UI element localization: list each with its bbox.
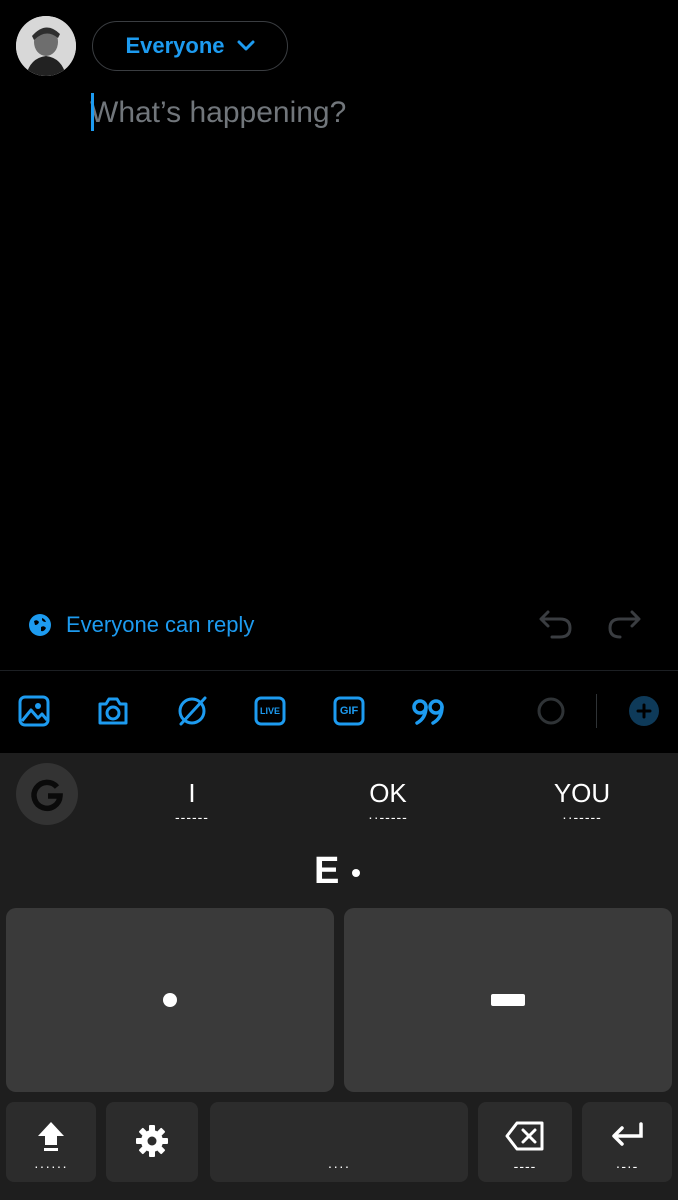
sparkle-icon	[178, 696, 207, 726]
dash-key[interactable]	[344, 908, 672, 1092]
image-icon	[18, 695, 50, 727]
avatar[interactable]	[16, 16, 76, 76]
globe-icon	[29, 614, 51, 636]
gif-button[interactable]: GIF	[331, 693, 367, 729]
live-button[interactable]: LIVE	[252, 693, 288, 729]
google-button[interactable]	[16, 763, 78, 825]
shift-arrow-icon	[38, 1122, 64, 1151]
live-label: LIVE	[259, 706, 280, 716]
quote-icon	[412, 699, 444, 725]
add-thread-button[interactable]	[626, 693, 662, 729]
dash-icon	[491, 994, 525, 1006]
undo-icon	[539, 610, 572, 639]
suggestion-word[interactable]: OK	[333, 778, 443, 809]
enter-code: ·-·-	[615, 1158, 639, 1174]
compose-toolbar: LIVE GIF	[0, 671, 678, 753]
camera-button[interactable]	[95, 693, 131, 729]
suggestion-code: ··-----	[368, 809, 408, 825]
compose-text-input[interactable]	[90, 90, 650, 136]
sparkle-button[interactable]	[174, 693, 210, 729]
enter-key[interactable]: ·-·-	[582, 1102, 672, 1182]
current-morse-dot	[352, 869, 360, 877]
suggestion-word[interactable]: YOU	[527, 778, 637, 809]
google-g-icon	[31, 779, 63, 812]
shift-code: ······	[34, 1158, 68, 1174]
reply-setting-button[interactable]: Everyone can reply	[28, 608, 254, 642]
toolbar-separator	[596, 694, 597, 728]
gear-icon	[136, 1125, 168, 1157]
undo-button[interactable]	[534, 602, 578, 646]
image-button[interactable]	[16, 693, 52, 729]
backspace-icon	[505, 1121, 544, 1151]
settings-key[interactable]	[106, 1102, 198, 1182]
quote-button[interactable]	[410, 693, 446, 729]
suggestion-word[interactable]: I	[137, 778, 247, 809]
progress-circle-icon	[537, 697, 565, 725]
shift-key[interactable]: ······	[6, 1102, 96, 1182]
space-key[interactable]: ····	[210, 1102, 468, 1182]
reply-setting-label: Everyone can reply	[66, 612, 255, 637]
gif-label: GIF	[339, 705, 359, 717]
backspace-code: ----	[513, 1158, 537, 1174]
dot-key[interactable]	[6, 908, 334, 1092]
camera-icon	[98, 697, 128, 725]
suggestion-code: ------	[175, 809, 209, 825]
space-code: ····	[327, 1158, 351, 1174]
redo-icon	[608, 610, 641, 639]
add-icon	[629, 696, 659, 726]
character-progress	[533, 693, 569, 729]
decoded-letter: E	[314, 850, 340, 892]
dot-icon	[163, 993, 177, 1007]
redo-button[interactable]	[602, 602, 646, 646]
enter-icon	[612, 1122, 643, 1146]
audience-label: Everyone	[125, 33, 225, 58]
backspace-key[interactable]: ----	[478, 1102, 572, 1182]
chevron-down-icon	[237, 40, 255, 51]
audience-selector-button[interactable]: Everyone	[92, 21, 288, 71]
text-caret	[91, 93, 94, 131]
suggestion-code: ··-----	[562, 809, 602, 825]
